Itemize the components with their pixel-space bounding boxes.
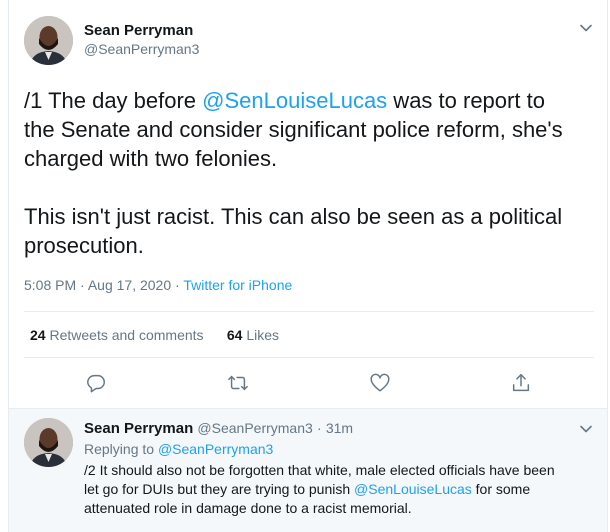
- meta-separator: ·: [175, 277, 180, 293]
- chevron-down-icon[interactable]: [578, 421, 594, 437]
- replying-label: Replying to: [84, 441, 155, 457]
- retweet-icon[interactable]: [227, 372, 249, 394]
- retweets-label: Retweets and comments: [49, 327, 204, 343]
- tweet-metadata: 5:08 PM · Aug 17, 2020 · Twitter for iPh…: [24, 277, 292, 293]
- person-photo-icon: [24, 418, 73, 467]
- reply-text: /2 It should also not be forgotten that …: [84, 461, 600, 518]
- mention-link[interactable]: @SenLouiseLucas: [202, 88, 387, 113]
- tweet-date[interactable]: Aug 17, 2020: [88, 277, 171, 293]
- reply-text-segment: let go for DUIs but they are trying to p…: [84, 481, 355, 497]
- tweet-stats: 24 Retweets and comments 64 Likes: [30, 327, 279, 343]
- like-icon[interactable]: [369, 372, 391, 394]
- share-icon[interactable]: [510, 372, 532, 394]
- replying-to-link[interactable]: @SeanPerryman3: [158, 441, 273, 457]
- tweet-text-line: This isn't just racist. This can also be…: [24, 204, 563, 229]
- likes-stat[interactable]: 64 Likes: [227, 327, 279, 343]
- tweet-text-line: the Senate and consider significant poli…: [24, 117, 563, 142]
- tweet-time[interactable]: 5:08 PM: [24, 277, 76, 293]
- likes-count: 64: [226, 327, 243, 343]
- likes-label: Likes: [246, 327, 280, 343]
- chevron-down-icon[interactable]: [578, 20, 594, 36]
- reply-author-handle[interactable]: @SeanPerryman3: [197, 420, 312, 436]
- author-avatar[interactable]: [24, 16, 73, 65]
- mention-link[interactable]: @SenLouiseLucas: [354, 481, 472, 497]
- person-photo-icon: [24, 16, 73, 65]
- reply-header: Sean Perryman @SeanPerryman3 · 31m: [84, 420, 353, 437]
- reply-icon[interactable]: [85, 372, 107, 394]
- reply-author-avatar[interactable]: [24, 418, 73, 467]
- tweet-text-segment: /1 The day before: [24, 88, 203, 113]
- meta-separator: ·: [316, 420, 322, 436]
- tweet-text-line: charged with two felonies.: [24, 146, 278, 171]
- meta-separator: ·: [80, 277, 85, 293]
- author-name[interactable]: Sean Perryman: [84, 22, 193, 39]
- author-handle[interactable]: @SeanPerryman3: [84, 41, 199, 57]
- tweet-text-segment: was to report to: [387, 88, 545, 113]
- reply-text-line: attenuated role in damage done to a raci…: [84, 500, 412, 516]
- reply-time[interactable]: 31m: [326, 420, 353, 436]
- retweets-count: 24: [30, 327, 46, 343]
- tweet-text: /1 The day before @SenLouiseLucas was to…: [24, 86, 594, 260]
- divider: [24, 311, 594, 312]
- tweet-source-link[interactable]: Twitter for iPhone: [183, 277, 292, 293]
- divider: [24, 357, 594, 358]
- replying-to: Replying to @SeanPerryman3: [84, 441, 273, 457]
- retweets-stat[interactable]: 24 Retweets and comments: [30, 327, 204, 343]
- reply-author-name[interactable]: Sean Perryman: [84, 420, 193, 437]
- reply-text-line: /2 It should also not be forgotten that …: [84, 462, 555, 478]
- reply-text-segment: for some: [471, 481, 531, 497]
- tweet-text-line: prosecution.: [24, 233, 144, 258]
